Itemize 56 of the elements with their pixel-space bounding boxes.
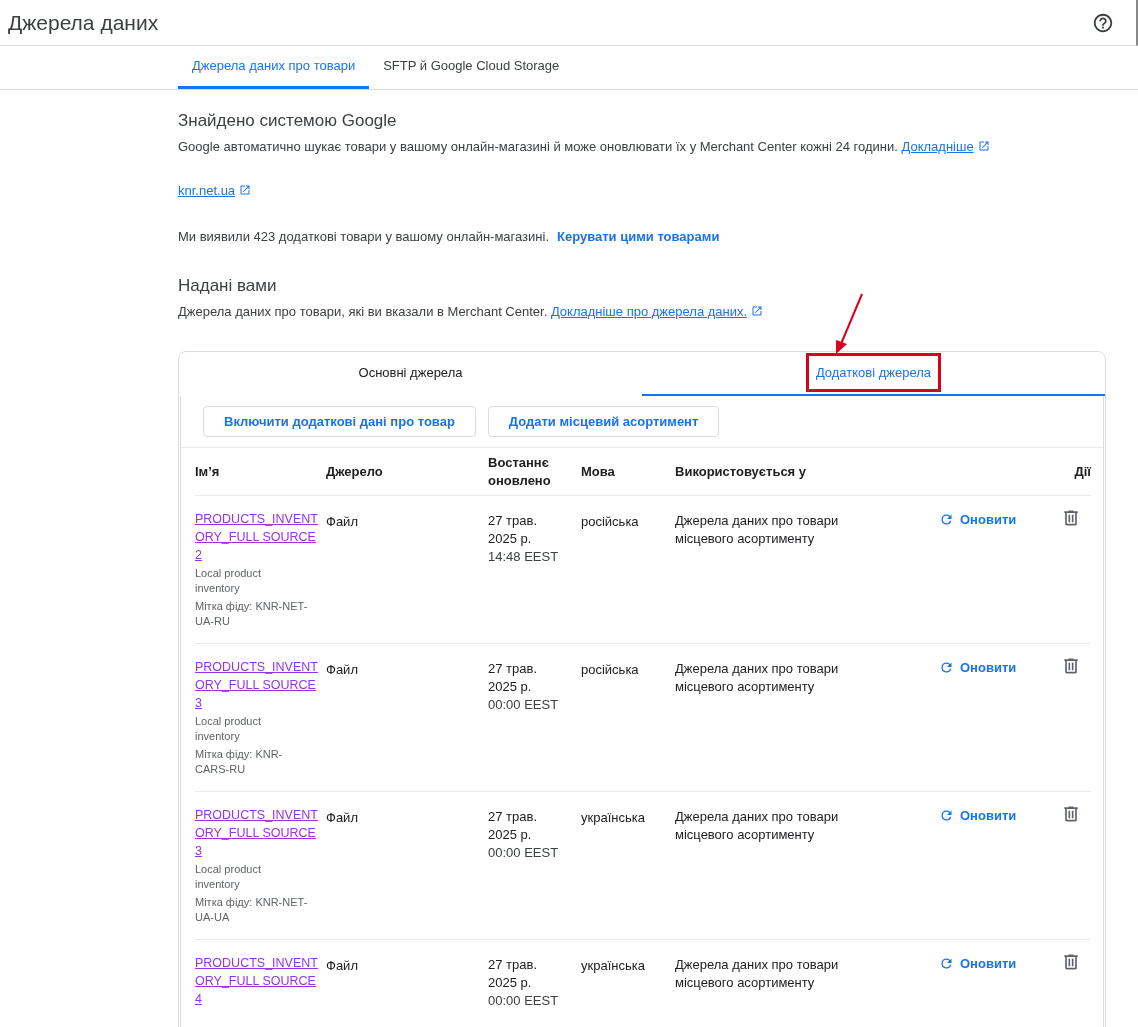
found-products-text: Ми виявили 423 додаткові товари у вашому онлайн-магазині.: [178, 228, 549, 246]
page-tab[interactable]: Джерела даних про товари: [178, 46, 370, 89]
column-header: Використовується у: [675, 462, 807, 481]
source-name-link[interactable]: PRODUCTS_INVENTORY_FULL SOURCE 2: [195, 510, 319, 564]
table-cell-text: 27 трав. 2025 р.: [488, 808, 538, 844]
feed-label: Мітка фіду: KNR-NET-UA-RU: [195, 599, 309, 629]
table-cell-text: Джерела даних про товари місцевого асортименту: [675, 956, 840, 992]
refresh-button[interactable]: Оновити: [939, 806, 1017, 826]
source-tab[interactable]: Основні джерела: [179, 352, 642, 396]
table-cell-text: 00:00 EEST: [488, 844, 560, 862]
section-description: Джерела даних про товари, які ви вказали в Merchant Center. Докладніше про джерела даних.: [178, 303, 1106, 321]
column-header: Мова: [581, 462, 615, 481]
section-heading: Надані вами: [178, 275, 278, 297]
table-cell-text: 00:00 EEST: [488, 696, 560, 714]
action-button[interactable]: Включити додаткові дані про товар: [203, 406, 476, 437]
column-header: Дії: [1074, 462, 1091, 481]
action-button[interactable]: Додати місцевий асортимент: [487, 406, 720, 437]
table-cell: російська: [581, 514, 639, 529]
table-cell: українська: [581, 958, 645, 973]
table-cell-text: 27 трав. 2025 р.: [488, 956, 538, 992]
table-cell: російська: [581, 662, 639, 677]
page-tab[interactable]: SFTP й Google Cloud Storage: [369, 46, 574, 89]
table-cell-text: Джерела даних про товари місцевого асортименту: [675, 808, 840, 844]
table-cell: Файл: [326, 810, 358, 825]
refresh-button[interactable]: Оновити: [939, 510, 1017, 530]
section-description: Google автоматично шукає товари у вашому онлайн-магазині й може оновлювати їх у Merchant Center кожні 24 години. Докладніше: [178, 138, 1106, 156]
column-header: Джерело: [326, 462, 383, 481]
source-type: Local product inventory: [195, 862, 263, 892]
table-cell-text: 27 трав. 2025 р.: [488, 660, 538, 696]
manage-products-link[interactable]: Керувати цими товарами: [557, 228, 720, 246]
table-cell: Файл: [326, 958, 358, 973]
table-cell-text: Джерела даних про товари місцевого асортименту: [675, 660, 840, 696]
table-cell-text: 27 трав. 2025 р.: [488, 512, 538, 548]
table-cell-text: 00:00 EEST: [488, 992, 560, 1010]
source-name-link[interactable]: PRODUCTS_INVENTORY_FULL SOURCE 3: [195, 806, 319, 860]
table-cell: Файл: [326, 514, 358, 529]
feed-label: Мітка фіду: KNR-CARS-RU: [195, 747, 284, 777]
source-name-link[interactable]: PRODUCTS_INVENTORY_FULL SOURCE 4: [195, 954, 319, 1008]
source-type: Local product inventory: [195, 566, 263, 596]
source-type: Local product inventory: [195, 714, 263, 744]
column-header: Востаннє оновлено: [488, 453, 552, 490]
page-title: Джерела даних: [8, 9, 159, 36]
site-link[interactable]: knr.net.ua: [178, 183, 236, 198]
table-cell-text: Джерела даних про товари місцевого асортименту: [675, 512, 840, 548]
source-tab[interactable]: Додаткові джерела: [642, 352, 1105, 396]
column-header: Ім’я: [195, 462, 220, 481]
table-cell-text: 14:48 EEST: [488, 548, 560, 566]
learn-more-link[interactable]: Докладніше: [901, 139, 974, 154]
table-cell: Файл: [326, 662, 358, 677]
refresh-button[interactable]: Оновити: [939, 658, 1017, 678]
learn-more-link[interactable]: Докладніше про джерела даних.: [550, 304, 748, 319]
refresh-button[interactable]: Оновити: [939, 954, 1017, 974]
source-name-link[interactable]: PRODUCTS_INVENTORY_FULL SOURCE 3: [195, 658, 319, 712]
table-cell: українська: [581, 810, 645, 825]
feed-label: Мітка фіду: KNR-NET-UA-UA: [195, 895, 309, 925]
section-heading: Знайдено системою Google: [178, 110, 398, 132]
